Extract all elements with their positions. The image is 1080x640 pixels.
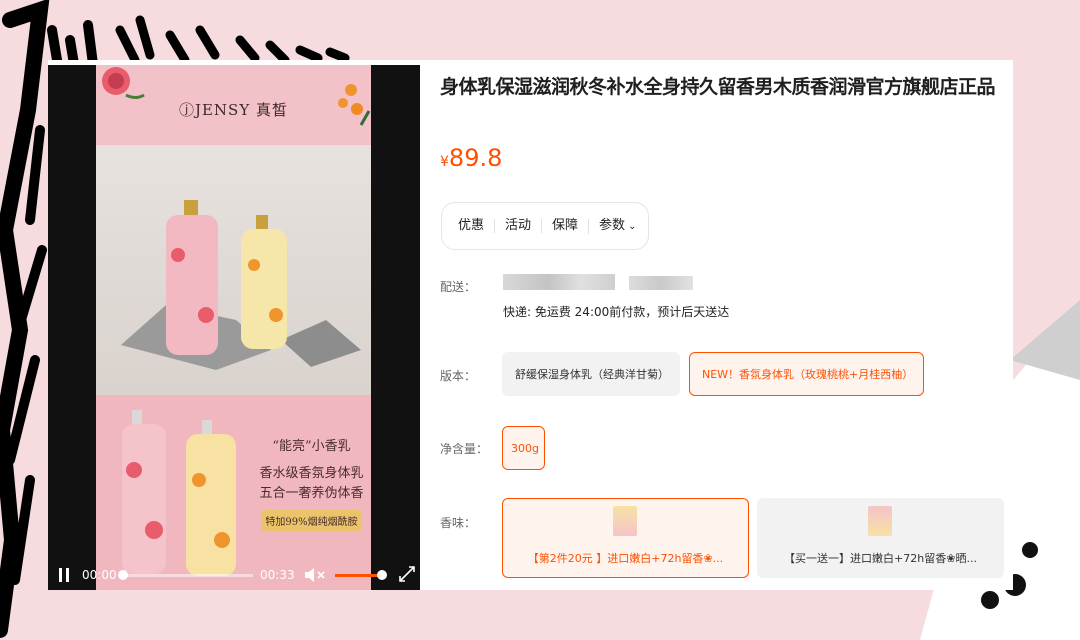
rose-illustration — [102, 67, 145, 99]
product-price: ¥89.8 — [440, 144, 502, 172]
net-content-label: 净含量： — [440, 442, 489, 456]
delivery-address-redacted[interactable] — [503, 274, 693, 290]
net-content-option-300g[interactable]: 300g — [502, 426, 545, 470]
tab-discount[interactable]: 优惠 — [456, 219, 494, 233]
product-card: ⓙJENSY 真皙 “能亮”小香乳 香水级香氛身体乳 五合一奢养伪体香 特加99… — [48, 60, 1013, 590]
promo-headline: “能亮”小香乳 — [272, 439, 351, 454]
version-option-classic[interactable]: 舒缓保湿身体乳（经典洋甘菊） — [502, 352, 680, 396]
scent-option-second-item[interactable]: 【第2件20元 】进口嫩白+72h留香❀... — [502, 498, 749, 578]
redacted-block — [503, 274, 615, 290]
osmanthus-illustration — [338, 84, 371, 126]
delivery-info: 快递: 免运费 24:00前付款，预计后天送达 — [503, 305, 730, 319]
progress-handle[interactable] — [118, 570, 128, 580]
delivery-label: 配送： — [440, 280, 477, 294]
version-label: 版本： — [440, 369, 477, 383]
version-option-new[interactable]: NEW！香氛身体乳（玫瑰桃桃+月桂西柚） — [689, 352, 924, 396]
video-controls: 00:00 00:33 — [48, 560, 420, 590]
price-value: 89.8 — [448, 144, 503, 172]
scent-option-buy-one-get-one[interactable]: 【买一送一】进口嫩白+72h留香❀晒... — [757, 498, 1004, 578]
scent-label: 香味： — [440, 516, 477, 530]
product-video-player[interactable]: ⓙJENSY 真皙 “能亮”小香乳 香水级香氛身体乳 五合一奢养伪体香 特加99… — [48, 65, 420, 590]
product-bottles-image — [121, 200, 361, 370]
scent-thumbnail — [868, 506, 892, 536]
price-currency: ¥ — [440, 154, 449, 170]
video-top-panel: ⓙJENSY 真皙 — [96, 65, 371, 395]
scent-option-label: 【买一送一】进口嫩白+72h留香❀晒... — [784, 552, 977, 565]
video-frame: ⓙJENSY 真皙 “能亮”小香乳 香水级香氛身体乳 五合一奢养伪体香 特加99… — [96, 65, 371, 590]
volume-handle[interactable] — [376, 570, 387, 580]
volume-muted-icon[interactable] — [303, 566, 327, 584]
promo-line: 香水级香氛身体乳 — [259, 466, 364, 481]
scent-option-label: 【第2件20元 】进口嫩白+72h留香❀... — [527, 552, 724, 565]
total-time: 00:33 — [260, 568, 295, 582]
current-time: 00:00 — [82, 568, 117, 582]
scent-thumbnail — [613, 506, 637, 536]
product-photo-scene — [96, 145, 371, 395]
tab-activity[interactable]: 活动 — [494, 219, 541, 233]
product-title: 身体乳保湿滋润秋冬补水全身持久留香男木质香润滑官方旗舰店正品 — [440, 76, 996, 98]
tab-guarantee[interactable]: 保障 — [541, 219, 588, 233]
tab-params-label: 参数 — [599, 217, 626, 233]
promo-line: 五合一奢养伪体香 — [259, 486, 364, 501]
video-promo-text: “能亮”小香乳 香水级香氛身体乳 五合一奢养伪体香 特加99%烟纯烟酰胺 — [254, 435, 369, 531]
volume-slider[interactable] — [335, 574, 382, 577]
pause-icon[interactable] — [58, 567, 70, 583]
promo-tag: 特加99%烟纯烟酰胺 — [261, 510, 362, 531]
redacted-block — [629, 276, 693, 290]
progress-bar[interactable] — [123, 574, 253, 577]
fullscreen-icon[interactable] — [398, 565, 416, 583]
chevron-down-icon: ⌄ — [628, 220, 637, 232]
tab-params[interactable]: 参数 ⌄ — [588, 217, 646, 234]
info-tabs: 优惠 活动 保障 参数 ⌄ — [441, 202, 649, 250]
bottles-small-image — [122, 410, 236, 576]
